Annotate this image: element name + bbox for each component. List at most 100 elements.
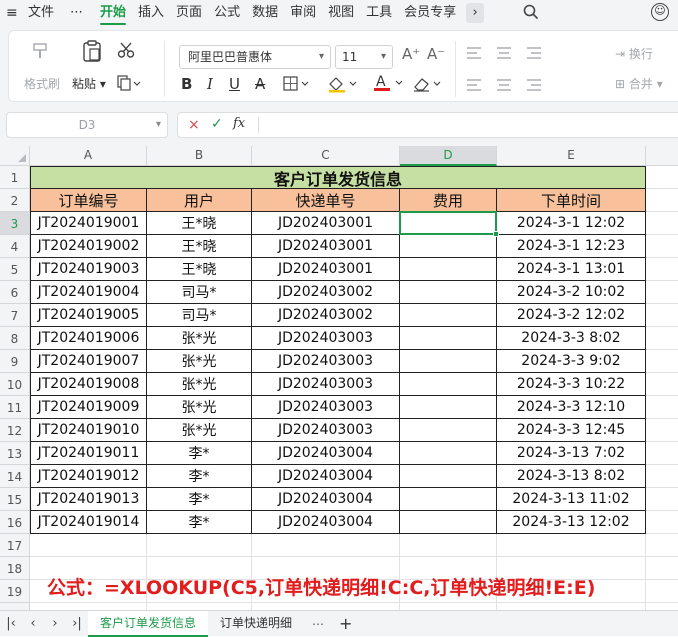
row-header-14[interactable]: 14	[0, 465, 30, 488]
table-cell[interactable]	[646, 488, 678, 511]
align-top-icon[interactable]	[465, 45, 565, 64]
table-cell[interactable]: 2024-3-3 10:22	[497, 373, 646, 396]
table-cell[interactable]: JT2024019002	[30, 235, 147, 258]
grow-font-button[interactable]: A⁺	[402, 45, 420, 63]
add-sheet-button[interactable]: +	[333, 614, 358, 633]
row-header-9[interactable]: 9	[0, 350, 30, 373]
table-cell[interactable]: 2024-3-2 10:02	[497, 281, 646, 304]
table-cell[interactable]	[646, 534, 678, 557]
table-cell[interactable]	[30, 534, 147, 557]
table-cell[interactable]: 张*光	[147, 419, 252, 442]
menu-tab-data[interactable]: 数据	[246, 0, 284, 26]
table-cell[interactable]	[400, 465, 497, 488]
table-cell[interactable]: 2024-3-3 8:02	[497, 327, 646, 350]
table-cell[interactable]: JD202403003	[252, 350, 400, 373]
underline-button[interactable]: U	[229, 75, 240, 93]
table-cell[interactable]: 张*光	[147, 396, 252, 419]
table-cell[interactable]: 李*	[147, 442, 252, 465]
row-header-5[interactable]: 5	[0, 258, 30, 281]
menu-tab-insert[interactable]: 插入	[132, 0, 170, 26]
table-cell[interactable]	[400, 488, 497, 511]
cancel-icon[interactable]: ×	[188, 117, 200, 133]
font-color-icon[interactable]: A	[373, 73, 407, 96]
menu-tab-tools[interactable]: 工具	[360, 0, 398, 26]
table-cell[interactable]: JT2024019005	[30, 304, 147, 327]
column-header-d[interactable]: D	[400, 146, 497, 166]
table-cell[interactable]	[497, 534, 646, 557]
table-cell[interactable]	[646, 189, 678, 212]
table-header-cell[interactable]: 订单编号	[30, 189, 147, 212]
table-cell[interactable]: JT2024019006	[30, 327, 147, 350]
font-name-select[interactable]: 阿里巴巴普惠体 ▾	[179, 45, 331, 69]
table-cell[interactable]	[646, 327, 678, 350]
row-header-12[interactable]: 12	[0, 419, 30, 442]
table-cell[interactable]	[400, 350, 497, 373]
row-header-4[interactable]: 4	[0, 235, 30, 258]
table-cell[interactable]: JD202403001	[252, 212, 400, 235]
row-header-6[interactable]: 6	[0, 281, 30, 304]
table-cell[interactable]	[646, 281, 678, 304]
sheet-tab-order-express[interactable]: 订单快递明细	[208, 611, 304, 637]
row-header-18[interactable]: 18	[0, 557, 30, 580]
menu-tab-review[interactable]: 审阅	[284, 0, 322, 26]
table-cell[interactable]: JT2024019012	[30, 465, 147, 488]
more-sheets-icon[interactable]: ⋯	[304, 617, 333, 631]
feedback-face-icon[interactable]: ☺	[651, 3, 669, 21]
table-cell[interactable]	[400, 419, 497, 442]
table-cell[interactable]	[646, 212, 678, 235]
table-cell[interactable]: 2024-3-3 12:45	[497, 419, 646, 442]
row-header-19[interactable]: 19	[0, 580, 30, 603]
table-cell[interactable]	[646, 304, 678, 327]
table-cell[interactable]	[400, 327, 497, 350]
table-cell[interactable]: JD202403004	[252, 511, 400, 534]
select-all-corner[interactable]	[0, 146, 30, 166]
table-cell[interactable]: 王*晓	[147, 258, 252, 281]
table-cell[interactable]: JD202403001	[252, 235, 400, 258]
table-cell[interactable]: 王*晓	[147, 212, 252, 235]
table-cell[interactable]: JT2024019007	[30, 350, 147, 373]
next-sheet-icon[interactable]: ›	[44, 616, 66, 631]
hamburger-menu-icon[interactable]: ≡	[0, 0, 22, 26]
format-painter-icon[interactable]	[31, 41, 51, 66]
cut-icon[interactable]	[117, 41, 135, 64]
spreadsheet-grid[interactable]: ABCDE1234567891011121314151617181920订单编号…	[0, 146, 678, 610]
row-header-10[interactable]: 10	[0, 373, 30, 396]
table-cell[interactable]: JD202403003	[252, 419, 400, 442]
table-cell[interactable]: 2024-3-1 12:23	[497, 235, 646, 258]
format-painter-label[interactable]: 格式刷	[24, 75, 60, 92]
row-header-20[interactable]: 20	[0, 603, 30, 610]
row-header-7[interactable]: 7	[0, 304, 30, 327]
column-header-a[interactable]: A	[30, 146, 147, 166]
confirm-icon[interactable]: ✓	[211, 116, 223, 132]
chevron-down-icon[interactable]: ▾	[156, 113, 161, 137]
row-header-16[interactable]: 16	[0, 511, 30, 534]
table-cell[interactable]: 2024-3-3 12:10	[497, 396, 646, 419]
table-cell[interactable]: 司马*	[147, 304, 252, 327]
table-header-cell[interactable]: 快递单号	[252, 189, 400, 212]
sheet-tab-customer-orders[interactable]: 客户订单发货信息	[88, 610, 209, 637]
last-sheet-icon[interactable]: ›|	[66, 616, 88, 631]
column-header-e[interactable]: E	[497, 146, 646, 166]
table-cell[interactable]: 张*光	[147, 373, 252, 396]
table-cell[interactable]	[400, 603, 497, 610]
menu-tab-view[interactable]: 视图	[322, 0, 360, 26]
table-cell[interactable]: 李*	[147, 488, 252, 511]
table-cell[interactable]: 2024-3-13 8:02	[497, 465, 646, 488]
table-cell[interactable]: 张*光	[147, 327, 252, 350]
table-cell[interactable]: JT2024019001	[30, 212, 147, 235]
table-cell[interactable]	[400, 442, 497, 465]
paste-icon[interactable]	[81, 39, 103, 68]
menu-tab-formula[interactable]: 公式	[208, 0, 246, 26]
menu-scroll-right-icon[interactable]: ›	[466, 3, 485, 23]
table-cell[interactable]: 2024-3-1 13:01	[497, 258, 646, 281]
table-cell[interactable]	[252, 534, 400, 557]
table-cell[interactable]	[646, 442, 678, 465]
table-header-cell[interactable]: 下单时间	[497, 189, 646, 212]
table-cell[interactable]: JT2024019009	[30, 396, 147, 419]
formula-input[interactable]: × ✓ fx	[177, 112, 678, 138]
row-header-2[interactable]: 2	[0, 189, 30, 212]
table-cell[interactable]: JD202403003	[252, 396, 400, 419]
column-header-c[interactable]: C	[252, 146, 400, 166]
row-header-8[interactable]: 8	[0, 327, 30, 350]
italic-button[interactable]: I	[207, 75, 213, 93]
